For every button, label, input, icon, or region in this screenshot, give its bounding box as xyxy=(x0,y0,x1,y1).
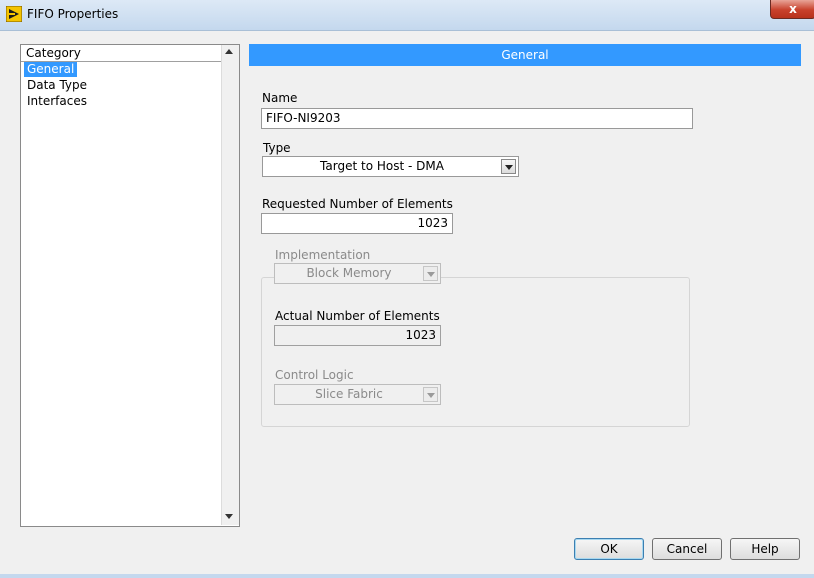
ok-button[interactable]: OK xyxy=(574,538,644,560)
chevron-down-icon xyxy=(505,165,513,170)
name-field[interactable]: FIFO-NI9203 xyxy=(261,108,693,129)
requested-elements-field[interactable]: 1023 xyxy=(261,213,453,234)
scroll-down-arrow-icon[interactable] xyxy=(225,514,233,519)
type-label: Type xyxy=(263,141,291,155)
chevron-down-icon xyxy=(427,272,435,277)
category-item-interfaces[interactable]: Interfaces xyxy=(24,94,90,109)
close-button[interactable]: x xyxy=(770,0,814,19)
scroll-up-arrow-icon[interactable] xyxy=(225,49,233,54)
dropdown-button xyxy=(423,387,438,402)
control-logic-dropdown-value: Slice Fabric xyxy=(315,387,383,401)
help-button[interactable]: Help xyxy=(730,538,800,560)
implementation-label: Implementation xyxy=(275,248,371,262)
name-label: Name xyxy=(262,91,298,105)
window-title: FIFO Properties xyxy=(27,7,119,21)
implementation-dropdown: Block Memory xyxy=(274,263,441,284)
category-item-data-type[interactable]: Data Type xyxy=(24,78,90,93)
category-list[interactable] xyxy=(20,44,240,527)
chevron-down-icon xyxy=(427,393,435,398)
labview-app-icon xyxy=(6,6,22,22)
section-header: General xyxy=(249,44,801,66)
category-scrollbar[interactable] xyxy=(221,45,239,525)
actual-elements-field: 1023 xyxy=(274,325,441,346)
window-frame-bottom xyxy=(0,574,814,578)
control-logic-label: Control Logic xyxy=(275,368,354,382)
cancel-button[interactable]: Cancel xyxy=(652,538,722,560)
type-dropdown[interactable]: Target to Host - DMA xyxy=(262,156,519,177)
title-bar xyxy=(0,0,814,31)
category-item-general[interactable]: General xyxy=(24,62,78,77)
control-logic-dropdown: Slice Fabric xyxy=(274,384,441,405)
category-header: Category xyxy=(26,46,81,60)
dropdown-button xyxy=(423,266,438,281)
implementation-dropdown-value: Block Memory xyxy=(306,266,392,280)
requested-elements-label: Requested Number of Elements xyxy=(262,197,453,211)
type-dropdown-value: Target to Host - DMA xyxy=(320,159,444,173)
actual-elements-label: Actual Number of Elements xyxy=(275,309,440,323)
dropdown-button[interactable] xyxy=(501,159,516,174)
